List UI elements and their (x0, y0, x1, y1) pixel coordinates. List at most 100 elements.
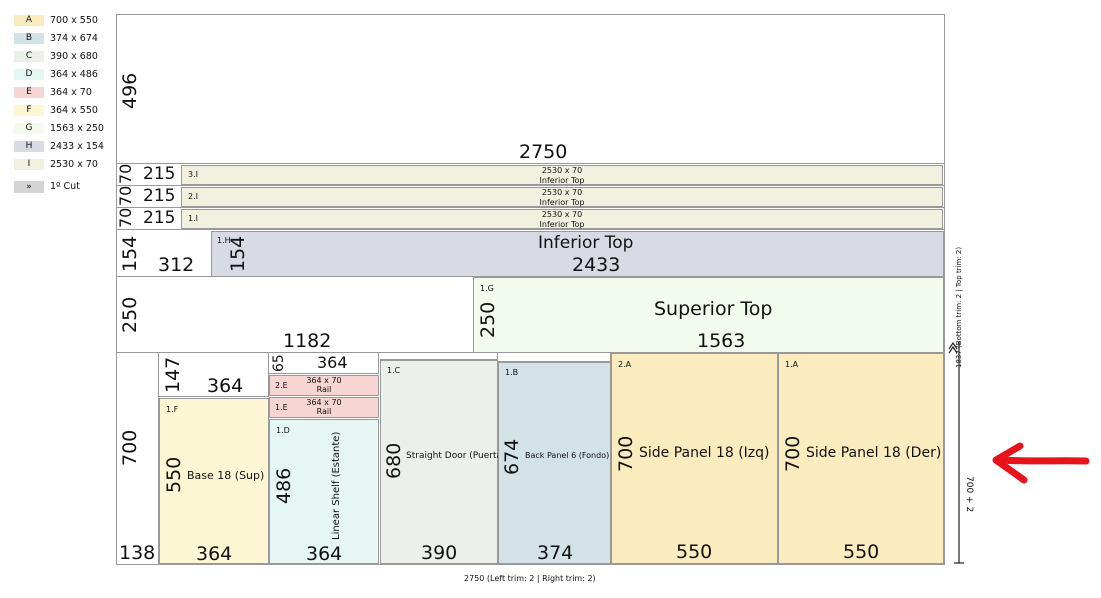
legend-size: 1563 x 250 (50, 122, 104, 134)
row-h: 154 312 1.H 154 Inferior Top 2433 (117, 231, 944, 277)
piece-name: Inferior Top (539, 176, 585, 185)
piece-3-i[interactable]: 3.I 2530 x 70 Inferior Top (181, 165, 943, 185)
legend-item-g: G 1563 x 250 (14, 122, 104, 134)
piece-height: 250 (477, 301, 499, 338)
piece-height: 550 (163, 456, 185, 493)
piece-2-e[interactable]: 2.E 364 x 70 Rail (269, 375, 379, 396)
piece-height: 154 (227, 235, 249, 272)
legend-swatch: G (14, 122, 44, 134)
piece-id: 1.A (785, 360, 799, 369)
legend-size: 374 x 674 (50, 32, 98, 44)
sheet-width-label: 2750 (Left trim: 2 | Right trim: 2) (464, 574, 596, 583)
legend-item-f: F 364 x 550 (14, 104, 98, 116)
piece-2-a[interactable]: 2.A 700 Side Panel 18 (Izq) 550 (611, 353, 778, 564)
piece-1-h[interactable]: 1.H 154 Inferior Top 2433 (211, 231, 944, 277)
legend-item-d: D 364 x 486 (14, 68, 98, 80)
piece-id: 2.A (618, 360, 632, 369)
piece-width: 364 (306, 543, 343, 565)
waste-top-height: 496 (119, 72, 141, 109)
waste-f-height: 147 (162, 356, 184, 393)
legend-swatch: C (14, 50, 44, 62)
piece-name: Side Panel 18 (Izq) (639, 445, 770, 461)
piece-id: 1.F (166, 405, 179, 414)
legend-size: 2530 x 70 (50, 158, 98, 170)
piece-name: Superior Top (654, 298, 773, 320)
legend-size: 364 x 486 (50, 68, 98, 80)
piece-width: 2433 (572, 254, 621, 276)
strip-row: 70 215 1.I 2530 x 70 Inferior Top (116, 207, 944, 230)
strip-height: 70 (116, 185, 135, 206)
piece-1-g[interactable]: 1.G 250 Superior Top 1563 (473, 277, 944, 353)
legend-item-e: E 364 x 70 (14, 86, 92, 98)
piece-1-a[interactable]: 1.A 700 Side Panel 18 (Der) 550 (778, 353, 944, 564)
legend-swatch: F (14, 104, 44, 116)
waste-h-width: 312 (158, 254, 195, 276)
waste-g-height: 250 (119, 296, 141, 333)
legend-swatch: E (14, 86, 44, 98)
piece-size: 2530 x 70 (541, 166, 583, 175)
piece-1-b[interactable]: 1.B 674 Back Panel 6 (Fondo) 374 (498, 362, 611, 564)
legend-swatch: I (14, 158, 44, 170)
strip-height: 70 (116, 163, 135, 184)
legend-size: 700 x 550 (50, 14, 98, 26)
piece-name: Side Panel 18 (Der) (806, 445, 942, 461)
piece-width: 1563 (697, 330, 746, 352)
piece-1-c[interactable]: 1.C 680 Straight Door (Puerta) 390 (380, 360, 506, 564)
piece-width: 550 (843, 541, 880, 563)
strip-waste-width: 215 (143, 208, 176, 228)
piece-height: 700 (782, 435, 804, 472)
cut-button[interactable]: » (14, 181, 44, 193)
legend-size: 364 x 70 (50, 86, 92, 98)
cut-selected-label: 700 + 2 (964, 476, 974, 513)
cut-label: 1º Cut (50, 181, 80, 192)
piece-height: 680 (383, 442, 405, 479)
piece-height: 700 (615, 435, 637, 472)
piece-name: Base 18 (Sup) (187, 469, 265, 482)
waste-e-height: 65 (271, 354, 287, 372)
piece-name: Rail (316, 385, 332, 394)
piece-name: Linear Shelf (Estante) (331, 431, 342, 540)
piece-size: 2530 x 70 (541, 210, 583, 219)
piece-id: 1.D (276, 426, 290, 435)
legend-size: 2433 x 154 (50, 140, 104, 152)
piece-1-i[interactable]: 1.I 2530 x 70 Inferior Top (181, 209, 943, 229)
piece-name: Rail (316, 407, 332, 416)
legend-item-i: I 2530 x 70 (14, 158, 98, 170)
strip-waste-width: 215 (143, 164, 176, 184)
waste-top: 496 2750 (117, 15, 944, 164)
row-g: 250 1182 1.G 250 Superior Top 1563 (117, 277, 944, 353)
strip-row: 70 215 2.I 2530 x 70 Inferior Top (116, 185, 944, 208)
piece-width: 364 (196, 543, 233, 565)
cut-measure-line (948, 341, 964, 564)
piece-name: Back Panel 6 (Fondo) (525, 451, 610, 460)
legend-swatch: B (14, 32, 44, 44)
legend-size: 364 x 550 (50, 104, 98, 116)
piece-id: 1.G (480, 284, 494, 293)
piece-2-i[interactable]: 2.I 2530 x 70 Inferior Top (181, 187, 943, 207)
legend-size: 390 x 680 (50, 50, 98, 62)
waste-bottom-height: 700 (119, 429, 141, 466)
legend-item-c: C 390 x 680 (14, 50, 98, 62)
waste-c-top (380, 353, 498, 360)
piece-name: Inferior Top (539, 198, 585, 207)
piece-name: Inferior Top (538, 233, 634, 253)
legend-item-h: H 2433 x 154 (14, 140, 104, 152)
strip-waste-width: 215 (143, 186, 176, 206)
waste-f-top: 147 364 (159, 353, 269, 397)
piece-1-d[interactable]: 1.D 486 Linear Shelf (Estante) 364 (269, 419, 379, 564)
piece-id: 1.B (505, 368, 519, 377)
piece-height: 674 (501, 438, 523, 475)
piece-1-e[interactable]: 1.E 364 x 70 Rail (269, 397, 379, 418)
waste-b-top (498, 353, 611, 362)
piece-name: Straight Door (Puerta) (406, 451, 506, 461)
waste-e-top: 65 364 (269, 353, 379, 374)
piece-1-f[interactable]: 1.F 550 Base 18 (Sup) 364 (159, 398, 269, 564)
legend-item-a: A 700 x 550 (14, 14, 98, 26)
cutting-sheet: 496 2750 70 215 3.I 2530 x 70 Inferior T… (116, 14, 945, 565)
strip-height: 70 (116, 207, 135, 228)
legend-swatch: D (14, 68, 44, 80)
piece-height: 486 (273, 467, 295, 504)
piece-id: 1.C (387, 366, 401, 375)
waste-h-height: 154 (119, 235, 141, 272)
waste-e-width: 364 (317, 353, 348, 372)
